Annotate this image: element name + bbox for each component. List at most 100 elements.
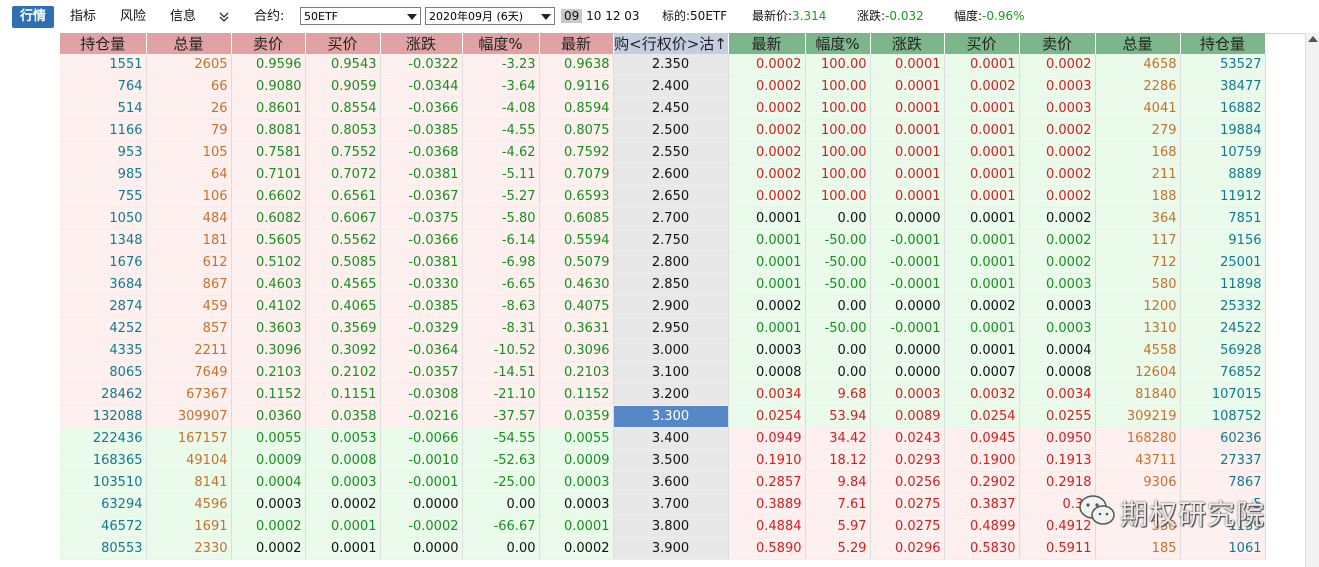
- put-cell[interactable]: 0.5890: [728, 537, 806, 560]
- call-cell[interactable]: 0.5605: [231, 229, 306, 252]
- call-cell[interactable]: -4.55: [462, 119, 540, 142]
- put-cell[interactable]: 0.0293: [870, 449, 945, 472]
- put-cell[interactable]: 0.4899: [944, 515, 1020, 538]
- call-cell[interactable]: 0.4630: [539, 273, 614, 296]
- call-cell[interactable]: 0.8053: [305, 119, 381, 142]
- put-cell[interactable]: 0.0003: [1019, 317, 1096, 340]
- put-cell[interactable]: 117: [1095, 229, 1181, 252]
- call-cell[interactable]: -0.0001: [380, 471, 463, 494]
- put-cell[interactable]: 0.4912: [1019, 515, 1096, 538]
- put-cell[interactable]: 0.5830: [944, 537, 1020, 560]
- put-cell[interactable]: 0.0275: [870, 493, 945, 516]
- put-cell[interactable]: 0.0001: [944, 141, 1020, 164]
- call-header-3[interactable]: 买价: [305, 33, 381, 54]
- call-cell[interactable]: 0.0359: [539, 405, 614, 428]
- call-cell[interactable]: 0.00: [462, 493, 540, 516]
- put-cell[interactable]: 0.2857: [728, 471, 806, 494]
- table-row[interactable]: 132088 309907 0.0360 0.0358 -0.0216 -37.57 0.0…: [60, 405, 1266, 428]
- strike-cell[interactable]: 3.400: [613, 427, 729, 450]
- call-cell[interactable]: 0.2103: [539, 361, 614, 384]
- put-header-5[interactable]: 总量: [1095, 33, 1181, 54]
- put-cell[interactable]: 0.39: [1019, 493, 1096, 516]
- call-cell[interactable]: -37.57: [462, 405, 540, 428]
- table-row[interactable]: 28462 67367 0.1152 0.1151 -0.0308 -21.10 0.115…: [60, 383, 1266, 406]
- put-cell[interactable]: 7851: [1180, 207, 1266, 230]
- put-cell[interactable]: 0.0001: [728, 207, 806, 230]
- put-cell[interactable]: 211: [1095, 163, 1181, 186]
- put-cell[interactable]: -50.00: [805, 229, 871, 252]
- put-cell[interactable]: 0.2902: [944, 471, 1020, 494]
- call-cell[interactable]: -3.64: [462, 75, 540, 98]
- put-cell[interactable]: 9306: [1095, 471, 1181, 494]
- put-cell[interactable]: 0.3837: [944, 493, 1020, 516]
- call-cell[interactable]: 1050: [60, 207, 147, 230]
- table-row[interactable]: 1166 79 0.8081 0.8053 -0.0385 -4.55 0.8075 2.50…: [60, 119, 1266, 142]
- call-cell[interactable]: 66: [146, 75, 232, 98]
- put-cell[interactable]: 0.0001: [944, 97, 1020, 120]
- call-cell[interactable]: 0.7592: [539, 141, 614, 164]
- strike-cell[interactable]: 2.900: [613, 295, 729, 318]
- put-cell[interactable]: 330: [1095, 515, 1181, 538]
- call-cell[interactable]: 4335: [60, 339, 147, 362]
- put-cell[interactable]: 0.0004: [1019, 339, 1096, 362]
- tab-quotes[interactable]: 行情: [12, 6, 55, 28]
- put-cell[interactable]: 0.0296: [870, 537, 945, 560]
- put-cell[interactable]: 9.84: [805, 471, 871, 494]
- put-cell[interactable]: 0.0000: [870, 295, 945, 318]
- put-header-1[interactable]: 幅度%: [805, 33, 871, 54]
- table-row[interactable]: 764 66 0.9080 0.9059 -0.0344 -3.64 0.9116 2.400…: [60, 75, 1266, 98]
- call-cell[interactable]: 1691: [146, 515, 232, 538]
- put-cell[interactable]: 10759: [1180, 141, 1266, 164]
- call-cell[interactable]: 28462: [60, 383, 147, 406]
- put-cell[interactable]: 0.00: [805, 361, 871, 384]
- put-cell[interactable]: 0.0003: [728, 339, 806, 362]
- put-cell[interactable]: 100.00: [805, 54, 871, 76]
- strike-cell[interactable]: 3.300: [613, 405, 729, 428]
- call-cell[interactable]: 0.8081: [231, 119, 306, 142]
- put-cell[interactable]: 9156: [1180, 229, 1266, 252]
- call-cell[interactable]: 0.9080: [231, 75, 306, 98]
- call-cell[interactable]: 103510: [60, 471, 147, 494]
- tab-indicators[interactable]: 指标: [70, 0, 96, 33]
- call-cell[interactable]: 181: [146, 229, 232, 252]
- put-cell[interactable]: 0.0001: [944, 273, 1020, 296]
- put-cell[interactable]: 0.0002: [728, 141, 806, 164]
- put-cell[interactable]: 0.0002: [1019, 119, 1096, 142]
- call-cell[interactable]: 4252: [60, 317, 147, 340]
- call-cell[interactable]: -0.0330: [380, 273, 463, 296]
- put-cell[interactable]: 0.0089: [870, 405, 945, 428]
- put-cell[interactable]: 2286: [1095, 75, 1181, 98]
- call-cell[interactable]: -0.0367: [380, 185, 463, 208]
- call-cell[interactable]: 0.0000: [380, 493, 463, 516]
- put-cell[interactable]: 309219: [1095, 405, 1181, 428]
- put-cell[interactable]: 0.0950: [1019, 427, 1096, 450]
- call-cell[interactable]: 484: [146, 207, 232, 230]
- call-cell[interactable]: 953: [60, 141, 147, 164]
- tab-info[interactable]: 信息: [170, 0, 196, 33]
- call-cell[interactable]: 64: [146, 163, 232, 186]
- put-cell[interactable]: 19884: [1180, 119, 1266, 142]
- put-cell[interactable]: 0.0003: [1019, 75, 1096, 98]
- put-cell[interactable]: 56928: [1180, 339, 1266, 362]
- put-cell[interactable]: 0.0001: [870, 141, 945, 164]
- call-header-4[interactable]: 涨跌: [380, 33, 463, 54]
- put-header-3[interactable]: 买价: [944, 33, 1020, 54]
- call-cell[interactable]: -0.0344: [380, 75, 463, 98]
- call-cell[interactable]: 0.0358: [305, 405, 381, 428]
- put-cell[interactable]: 0.0002: [1019, 185, 1096, 208]
- call-cell[interactable]: 0.2103: [231, 361, 306, 384]
- call-cell[interactable]: 755: [60, 185, 147, 208]
- put-cell[interactable]: 8889: [1180, 163, 1266, 186]
- put-cell[interactable]: 0.00: [805, 339, 871, 362]
- put-cell[interactable]: 0.0001: [870, 97, 945, 120]
- call-cell[interactable]: 0.0003: [231, 493, 306, 516]
- put-cell[interactable]: 16882: [1180, 97, 1266, 120]
- put-cell[interactable]: 0.0275: [870, 515, 945, 538]
- call-cell[interactable]: 0.0008: [305, 449, 381, 472]
- strike-cell[interactable]: 2.600: [613, 163, 729, 186]
- call-cell[interactable]: -0.0366: [380, 97, 463, 120]
- call-cell[interactable]: 0.5594: [539, 229, 614, 252]
- strike-cell[interactable]: 2.400: [613, 75, 729, 98]
- call-cell[interactable]: 167157: [146, 427, 232, 450]
- call-cell[interactable]: -0.0366: [380, 229, 463, 252]
